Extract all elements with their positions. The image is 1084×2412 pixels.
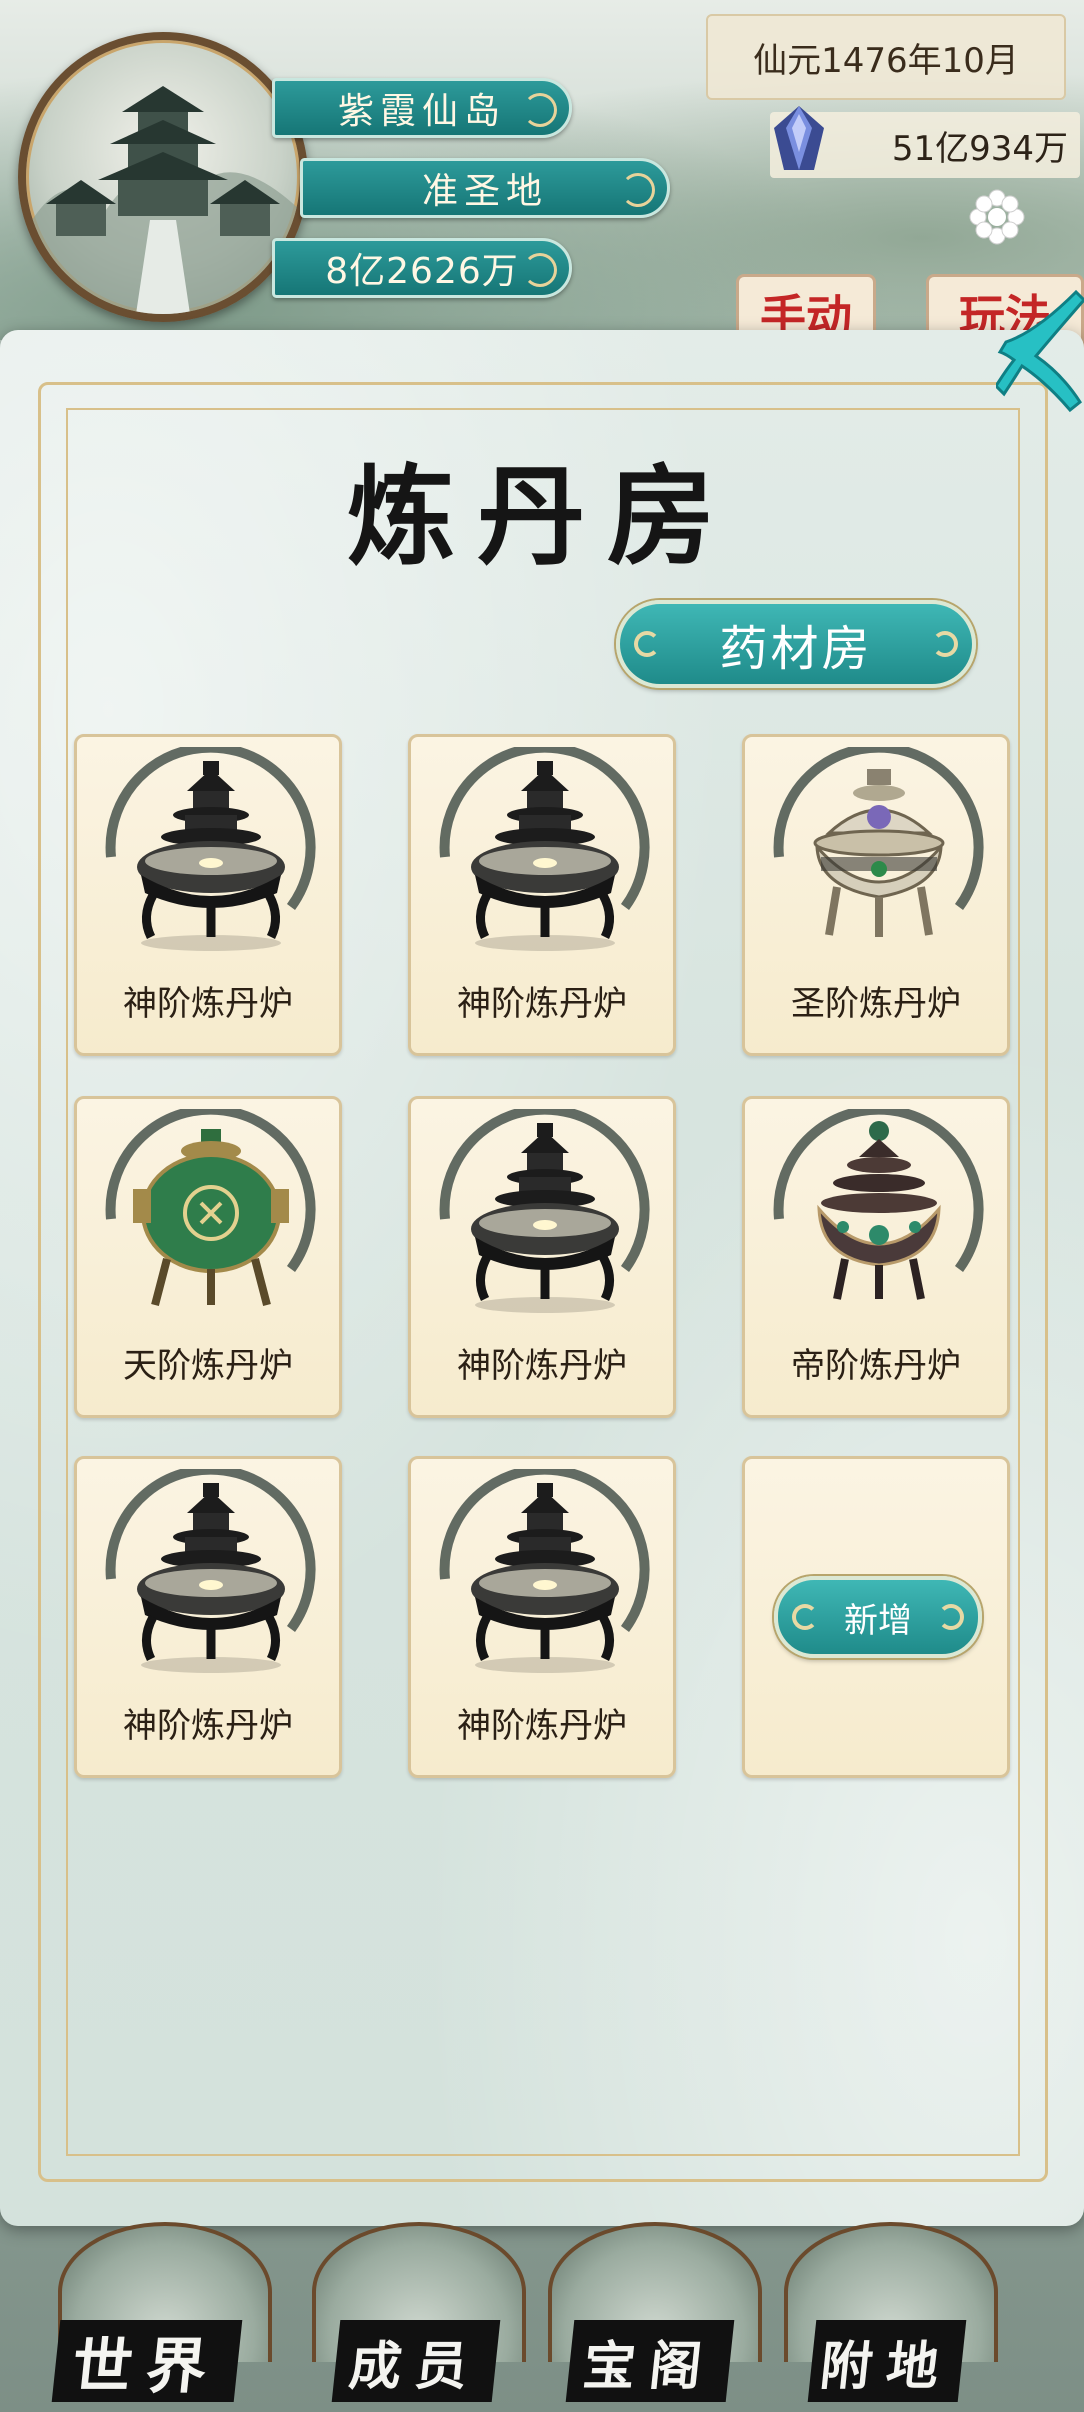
nav-world-label: 世界 bbox=[68, 2331, 225, 2402]
date-text: 仙元1476年10月 bbox=[753, 40, 1019, 81]
spirit-stone-icon bbox=[774, 106, 824, 170]
palace-icon bbox=[26, 86, 300, 314]
nav-land-label: 附地 bbox=[817, 2335, 956, 2397]
swirl-ornament-icon bbox=[621, 173, 655, 207]
nav-land-button[interactable]: 附地 bbox=[807, 2320, 967, 2402]
furnace-label: 帝阶炼丹炉 bbox=[791, 1346, 961, 1386]
alchemy-furnace-icon bbox=[439, 1109, 650, 1313]
settings-flower-icon[interactable] bbox=[966, 186, 1028, 248]
furnace-card[interactable]: 圣阶炼丹炉 bbox=[742, 734, 1010, 1056]
game-date: 仙元1476年10月 bbox=[706, 14, 1066, 100]
furnace-label: 神阶炼丹炉 bbox=[457, 1706, 627, 1746]
alchemy-furnace-icon bbox=[105, 1109, 316, 1307]
nav-world-button[interactable]: 世界 bbox=[51, 2320, 243, 2402]
herb-room-label: 药材房 bbox=[719, 621, 873, 677]
alchemy-furnace-icon bbox=[439, 1469, 650, 1673]
close-icon[interactable] bbox=[996, 282, 1084, 418]
furnace-card[interactable]: 神阶炼丹炉 bbox=[74, 734, 342, 1056]
nav-members-button[interactable]: 成员 bbox=[331, 2320, 501, 2402]
swirl-ornament-icon bbox=[523, 253, 557, 287]
add-furnace-label: 新增 bbox=[844, 1600, 912, 1641]
sect-name: 紫霞仙岛 bbox=[337, 91, 506, 132]
swirl-ornament-icon bbox=[523, 93, 557, 127]
nav-members-label: 成员 bbox=[346, 2335, 485, 2397]
alchemy-furnace-icon bbox=[773, 1109, 984, 1300]
sect-rank: 准圣地 bbox=[421, 171, 548, 212]
furnace-label: 天阶炼丹炉 bbox=[123, 1346, 293, 1386]
sect-power: 8亿2626万 bbox=[325, 251, 519, 292]
furnace-card[interactable]: 帝阶炼丹炉 bbox=[742, 1096, 1010, 1418]
nav-treasury-button[interactable]: 宝阁 bbox=[565, 2320, 735, 2402]
furnace-card[interactable]: 神阶炼丹炉 bbox=[74, 1456, 342, 1778]
spirit-stone-amount: 51亿934万 bbox=[891, 128, 1068, 169]
sect-name-bar: 紫霞仙岛 bbox=[272, 78, 572, 138]
furnace-card[interactable]: 神阶炼丹炉 bbox=[408, 734, 676, 1056]
sect-avatar[interactable] bbox=[18, 32, 308, 322]
herb-room-button[interactable]: 药材房 bbox=[616, 600, 976, 688]
alchemy-furnace-icon bbox=[105, 747, 316, 951]
furnace-card[interactable]: 天阶炼丹炉 bbox=[74, 1096, 342, 1418]
alchemy-furnace-icon bbox=[105, 1469, 316, 1673]
sect-rank-bar: 准圣地 bbox=[300, 158, 670, 218]
sect-power-bar: 8亿2626万 bbox=[272, 238, 572, 298]
add-furnace-button[interactable]: 新增 bbox=[774, 1576, 982, 1658]
panel-title: 炼丹房 bbox=[346, 454, 737, 580]
nav-treasury-label: 宝阁 bbox=[580, 2335, 719, 2397]
furnace-label: 神阶炼丹炉 bbox=[457, 984, 627, 1024]
furnace-card[interactable]: 神阶炼丹炉 bbox=[408, 1456, 676, 1778]
alchemy-furnace-icon bbox=[439, 747, 650, 951]
furnace-card[interactable]: 神阶炼丹炉 bbox=[408, 1096, 676, 1418]
furnace-label: 神阶炼丹炉 bbox=[123, 1706, 293, 1746]
alchemy-furnace-icon bbox=[773, 747, 984, 937]
furnace-label: 神阶炼丹炉 bbox=[457, 1346, 627, 1386]
furnace-label: 圣阶炼丹炉 bbox=[791, 984, 961, 1024]
furnace-label: 神阶炼丹炉 bbox=[123, 984, 293, 1024]
